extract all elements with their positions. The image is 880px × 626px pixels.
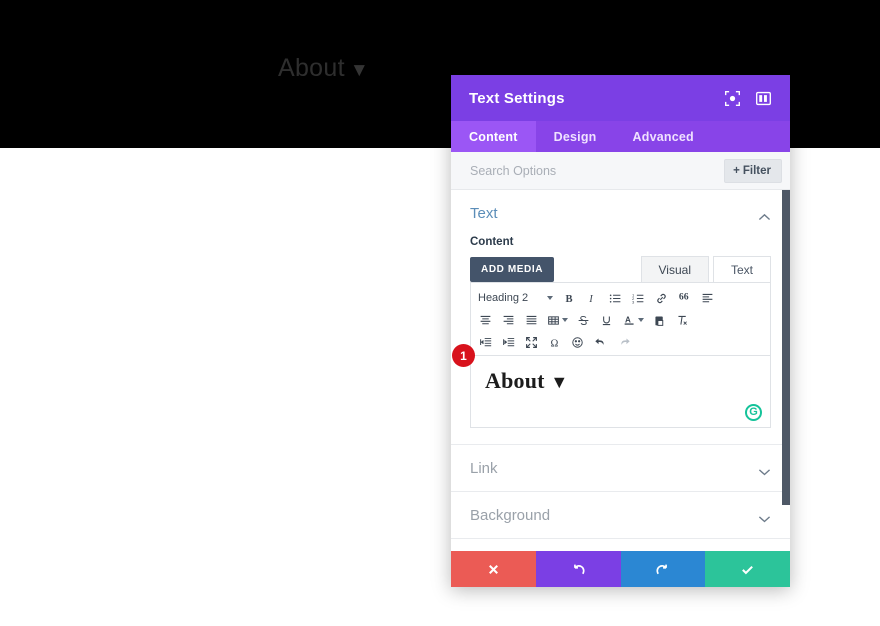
tab-content[interactable]: Content [451, 121, 536, 152]
modal-scrollbar[interactable] [782, 190, 790, 505]
editor-toolbar: Heading 2 B I 1 2 3 66 A Ω [470, 282, 771, 356]
modal-tabs: Content Design Advanced [451, 121, 790, 152]
format-select[interactable]: Heading 2 [474, 288, 558, 308]
svg-text:B: B [565, 294, 572, 305]
search-input[interactable] [470, 163, 725, 178]
section-divider [451, 538, 790, 539]
emoji-icon[interactable] [566, 332, 589, 352]
editor-tab-visual[interactable]: Visual [640, 256, 709, 282]
clear-formatting-icon[interactable] [671, 310, 694, 330]
close-icon [488, 564, 498, 574]
editor-toolbar-row-2: A [474, 309, 767, 331]
grammarly-icon[interactable]: G [745, 404, 762, 421]
format-select-value: Heading 2 [478, 292, 529, 304]
chevron-down-icon: ▼ [349, 60, 369, 81]
editor-toolbar-row-1: Heading 2 B I 1 2 3 66 [474, 287, 767, 309]
cancel-button[interactable] [451, 551, 536, 587]
svg-text:3: 3 [632, 299, 635, 304]
modal-title: Text Settings [469, 89, 565, 107]
justify-icon[interactable] [520, 310, 543, 330]
tab-design[interactable]: Design [536, 121, 615, 152]
checkmark-icon [742, 565, 754, 574]
section-body-text: Content ADD MEDIA Visual Text Heading 2 … [451, 236, 790, 444]
undo-icon [573, 564, 585, 574]
caret-down-glyph: ▼ [550, 372, 569, 392]
section-header-link[interactable]: Link [451, 445, 790, 491]
outdent-icon[interactable] [474, 332, 497, 352]
filter-button-label: Filter [742, 164, 771, 177]
svg-text:66: 66 [679, 292, 689, 302]
section-header-background[interactable]: Background [451, 492, 790, 538]
blockquote-icon[interactable]: 66 [673, 288, 696, 308]
numbered-list-icon[interactable]: 123 [627, 288, 650, 308]
align-center-icon[interactable] [474, 310, 497, 330]
editor-content-heading: About [485, 368, 545, 393]
chevron-down-icon [758, 464, 771, 476]
align-left-icon[interactable] [696, 288, 719, 308]
editor-toolbar-row-3: Ω [474, 331, 767, 353]
chevron-down-icon [758, 511, 771, 523]
save-button[interactable] [705, 551, 790, 587]
section-title-link: Link [470, 459, 498, 477]
page-nav-about[interactable]: About ▼ [278, 54, 369, 83]
section-header-text[interactable]: Text [451, 190, 790, 236]
modal-action-bar [451, 551, 790, 587]
tab-advanced[interactable]: Advanced [615, 121, 712, 152]
filter-button[interactable]: + Filter [724, 158, 782, 183]
content-label: Content [470, 236, 514, 248]
table-icon[interactable] [543, 310, 572, 330]
section-title-background: Background [470, 506, 551, 524]
chevron-down-icon [547, 296, 553, 300]
bulleted-list-icon[interactable] [604, 288, 627, 308]
page-nav-about-label: About [278, 54, 345, 82]
chevron-up-icon [758, 209, 771, 221]
modal-body: Text Content ADD MEDIA Visual Text Headi… [451, 190, 790, 551]
undo-button[interactable] [535, 551, 621, 587]
annotation-badge-1: 1 [452, 344, 475, 367]
undo-icon[interactable] [589, 332, 612, 352]
underline-icon[interactable] [595, 310, 618, 330]
svg-text:A: A [625, 315, 631, 324]
modal-header: Text Settings [451, 75, 790, 121]
strikethrough-icon[interactable] [572, 310, 595, 330]
editor-content-area[interactable]: 1 About ▼ G [452, 344, 771, 428]
text-color-icon[interactable]: A [618, 310, 648, 330]
svg-text:Ω: Ω [550, 338, 558, 348]
bold-icon[interactable]: B [558, 288, 581, 308]
add-media-button[interactable]: ADD MEDIA [470, 257, 555, 282]
align-right-icon[interactable] [497, 310, 520, 330]
redo-icon [656, 564, 668, 574]
paste-as-text-icon[interactable] [648, 310, 671, 330]
editor-top-bar: ADD MEDIA Visual Text [470, 255, 771, 282]
panel-layout-icon[interactable] [755, 90, 772, 107]
editor-content-text: About ▼ [485, 368, 756, 394]
editor-mode-tabs: Visual Text [637, 256, 771, 282]
section-title-text: Text [470, 204, 498, 222]
redo-button[interactable] [620, 551, 706, 587]
focus-icon[interactable] [724, 90, 741, 107]
link-icon[interactable] [650, 288, 673, 308]
editor-tab-text[interactable]: Text [712, 256, 771, 282]
modal-header-icons [724, 90, 772, 107]
svg-text:I: I [588, 294, 593, 305]
indent-icon[interactable] [497, 332, 520, 352]
redo-icon[interactable] [612, 332, 635, 352]
fullscreen-icon[interactable] [520, 332, 543, 352]
special-character-icon[interactable]: Ω [543, 332, 566, 352]
text-settings-modal: Text Settings Content Design Advanced Se… [451, 75, 790, 587]
plus-icon: + [733, 164, 740, 177]
italic-icon[interactable]: I [581, 288, 604, 308]
search-bar: +Filter [451, 152, 790, 190]
